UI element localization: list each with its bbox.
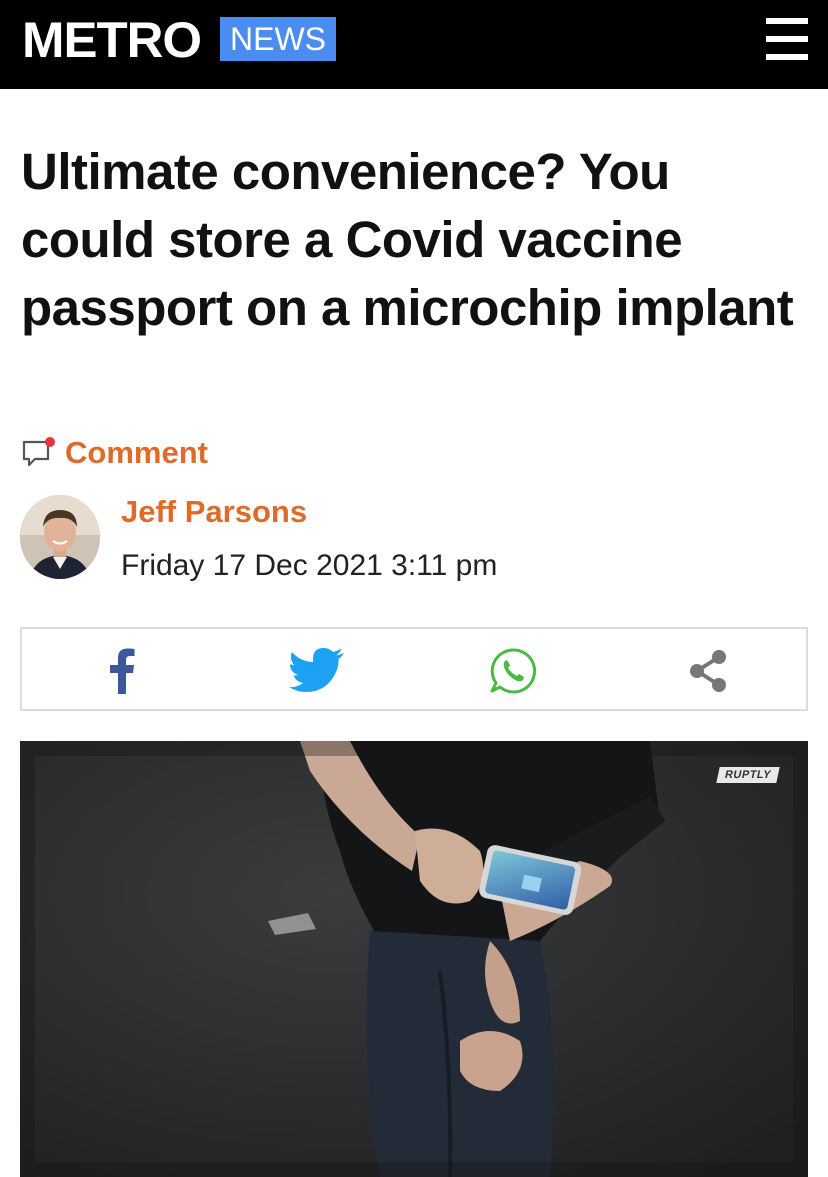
article-headline: Ultimate convenience? You could store a … xyxy=(21,143,794,336)
author-avatar[interactable] xyxy=(20,495,100,579)
comment-bubble-icon xyxy=(21,436,57,470)
publish-date: Friday 17 Dec 2021 3:11 pm xyxy=(121,549,498,582)
whatsapp-share-button[interactable] xyxy=(483,641,543,701)
twitter-share-button[interactable] xyxy=(288,641,348,701)
ruptly-watermark: RUPTLY xyxy=(716,767,780,783)
facebook-share-button[interactable] xyxy=(92,641,152,701)
hamburger-menu-icon[interactable] xyxy=(766,18,808,60)
comment-link[interactable]: Comment xyxy=(21,433,208,473)
share-button[interactable] xyxy=(678,641,738,701)
article-hero-image: RUPTLY xyxy=(20,741,808,1177)
section-badge-news[interactable]: NEWS xyxy=(220,17,336,61)
facebook-icon xyxy=(110,648,135,694)
share-icon xyxy=(690,650,726,692)
twitter-icon xyxy=(289,648,344,692)
comment-label: Comment xyxy=(65,435,208,470)
metro-logo[interactable]: METRO xyxy=(22,14,202,66)
share-bar xyxy=(20,627,808,711)
whatsapp-icon xyxy=(490,648,537,694)
site-header: METRO NEWS xyxy=(0,0,828,89)
author-name-link[interactable]: Jeff Parsons xyxy=(121,493,307,531)
